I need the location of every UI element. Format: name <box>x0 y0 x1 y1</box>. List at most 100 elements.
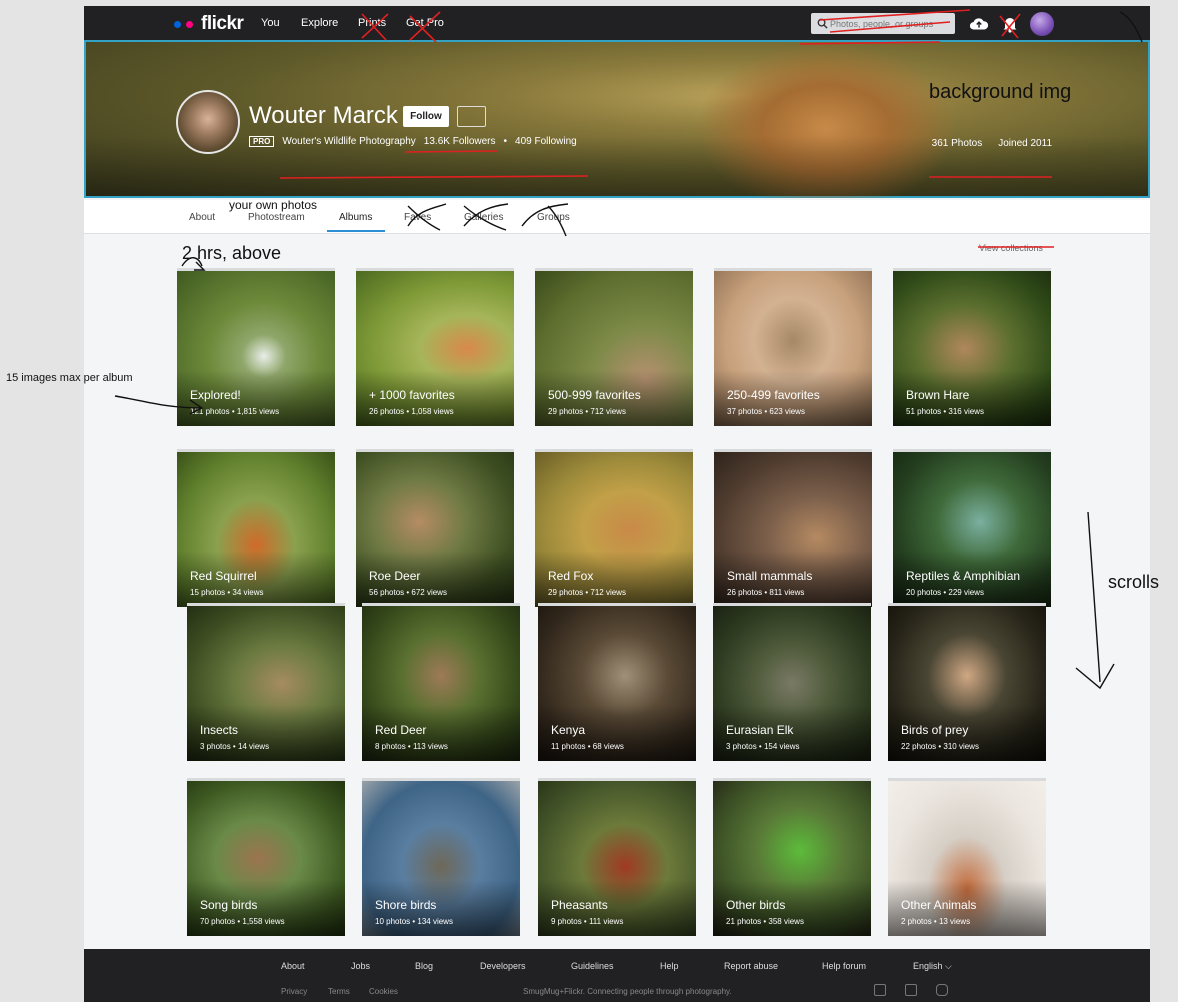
view-collections-link[interactable]: View collections <box>979 243 1043 253</box>
album-meta: 22 photos • 310 views <box>901 742 979 751</box>
twitter-icon[interactable] <box>905 984 917 996</box>
album-meta: 8 photos • 113 views <box>375 742 448 751</box>
photos-count: 361 Photos <box>931 138 983 149</box>
followers-count[interactable]: 13.6K Followers <box>424 136 496 147</box>
instagram-icon[interactable] <box>936 984 948 996</box>
album-meta: 10 photos • 134 views <box>375 917 453 926</box>
album-meta: 26 photos • 811 views <box>727 588 805 597</box>
user-avatar[interactable] <box>1030 12 1054 36</box>
album-card[interactable]: Explored! 121 photos • 1,815 views <box>177 268 335 426</box>
album-card[interactable]: Small mammals 26 photos • 811 views <box>714 449 872 607</box>
separator-dot: • <box>503 136 508 147</box>
album-card[interactable]: Reptiles & Amphibian 20 photos • 229 view… <box>893 449 1051 607</box>
album-title: Red Deer <box>375 723 427 737</box>
album-card[interactable]: Red Squirrel 15 photos • 34 views <box>177 449 335 607</box>
footer-blog[interactable]: Blog <box>415 961 433 971</box>
album-meta: 29 photos • 712 views <box>548 407 626 416</box>
nav-you[interactable]: You <box>261 17 280 29</box>
pro-badge: PRO <box>249 136 275 147</box>
album-card[interactable]: Eurasian Elk 3 photos • 154 views <box>713 603 871 761</box>
footer-cookies[interactable]: Cookies <box>369 987 398 996</box>
profile-avatar[interactable] <box>176 90 240 154</box>
tab-faves[interactable]: Faves <box>404 212 431 223</box>
album-card[interactable]: Brown Hare 51 photos • 316 views <box>893 268 1051 426</box>
annotation-scrolls: scrolls <box>1108 572 1160 592</box>
album-title: Explored! <box>190 388 241 402</box>
album-card[interactable]: + 1000 favorites 26 photos • 1,058 views <box>356 268 514 426</box>
album-title: + 1000 favorites <box>369 388 455 402</box>
album-card[interactable]: Pheasants 9 photos • 111 views <box>538 778 696 936</box>
nav-explore[interactable]: Explore <box>301 17 338 29</box>
search-input[interactable] <box>828 17 948 30</box>
tab-groups[interactable]: Groups <box>537 212 570 223</box>
search-box[interactable] <box>811 13 955 34</box>
upload-cloud-icon[interactable] <box>969 15 989 33</box>
album-card[interactable]: Red Fox 29 photos • 712 views <box>535 449 693 607</box>
joined-date: Joined 2011 <box>998 138 1052 149</box>
album-meta: 15 photos • 34 views <box>190 588 264 597</box>
tab-photostream[interactable]: Photostream <box>248 212 305 223</box>
footer-privacy[interactable]: Privacy <box>281 987 307 996</box>
top-nav: flickr You Explore Prints Get Pro <box>84 6 1150 42</box>
album-title: Eurasian Elk <box>726 723 794 737</box>
nav-get-pro[interactable]: Get Pro <box>406 17 444 29</box>
album-card[interactable]: Insects 3 photos • 14 views <box>187 603 345 761</box>
album-card[interactable]: Song birds 70 photos • 1,558 views <box>187 778 345 936</box>
flickr-page: flickr You Explore Prints Get Pro Wouter… <box>84 6 1150 1002</box>
album-meta: 70 photos • 1,558 views <box>200 917 285 926</box>
album-title: 500-999 favorites <box>548 388 641 402</box>
footer-developers[interactable]: Developers <box>480 961 526 971</box>
album-card[interactable]: Shore birds 10 photos • 134 views <box>362 778 520 936</box>
album-title: Pheasants <box>551 898 608 912</box>
album-meta: 3 photos • 154 views <box>726 742 800 751</box>
active-tab-indicator <box>327 230 385 232</box>
album-title: Song birds <box>200 898 258 912</box>
album-card[interactable]: 250-499 favorites 37 photos • 623 views <box>714 268 872 426</box>
flickr-logo[interactable]: flickr <box>174 13 244 35</box>
following-count[interactable]: 409 Following <box>515 136 577 147</box>
footer-jobs[interactable]: Jobs <box>351 961 370 971</box>
album-card[interactable]: Roe Deer 56 photos • 672 views <box>356 449 514 607</box>
footer-help[interactable]: Help <box>660 961 679 971</box>
album-title: Kenya <box>551 723 586 737</box>
logo-wordmark: flickr <box>201 13 244 34</box>
album-title: Shore birds <box>375 898 437 912</box>
more-options-button[interactable] <box>457 106 486 127</box>
album-card[interactable]: Other birds 21 photos • 358 views <box>713 778 871 936</box>
album-title: Brown Hare <box>906 388 970 402</box>
profile-meta: PRO Wouter's Wildlife Photography 13.6K … <box>249 136 577 147</box>
album-card[interactable]: Red Deer 8 photos • 113 views <box>362 603 520 761</box>
follow-button[interactable]: Follow <box>403 106 449 127</box>
album-meta: 29 photos • 712 views <box>548 588 626 597</box>
album-title: 250-499 favorites <box>727 388 820 402</box>
annotation-own-photos: your own photos <box>229 198 318 212</box>
footer-about[interactable]: About <box>281 961 305 971</box>
nav-prints[interactable]: Prints <box>358 17 386 29</box>
album-meta: 3 photos • 14 views <box>200 742 270 751</box>
album-title: Small mammals <box>727 569 813 583</box>
album-card[interactable]: Other Animals 2 photos • 13 views <box>888 778 1046 936</box>
notifications-bell-icon[interactable] <box>1000 15 1020 33</box>
album-title: Roe Deer <box>369 569 421 583</box>
profile-name: Wouter Marck <box>249 102 398 129</box>
tab-galleries[interactable]: Galleries <box>464 212 503 223</box>
profile-stats: 361 Photos Joined 2011 <box>932 138 1052 149</box>
footer-language-select[interactable]: English ⌵ <box>913 961 952 972</box>
footer: About Jobs Blog Developers Guidelines He… <box>84 949 1150 1002</box>
footer-report-abuse[interactable]: Report abuse <box>724 961 778 971</box>
album-card[interactable]: 500-999 favorites 29 photos • 712 views <box>535 268 693 426</box>
footer-tagline: SmugMug+Flickr. Connecting people throug… <box>523 987 732 996</box>
tab-albums[interactable]: Albums <box>339 212 372 223</box>
footer-guidelines[interactable]: Guidelines <box>571 961 614 971</box>
album-meta: 37 photos • 623 views <box>727 407 805 416</box>
album-title: Red Squirrel <box>190 569 257 583</box>
album-meta: 56 photos • 672 views <box>369 588 447 597</box>
album-card[interactable]: Birds of prey 22 photos • 310 views <box>888 603 1046 761</box>
footer-terms[interactable]: Terms <box>328 987 350 996</box>
album-card[interactable]: Kenya 11 photos • 68 views <box>538 603 696 761</box>
footer-help-forum[interactable]: Help forum <box>822 961 866 971</box>
album-title: Red Fox <box>548 569 594 583</box>
facebook-icon[interactable] <box>874 984 886 996</box>
cover-photo <box>84 40 1150 198</box>
tab-about[interactable]: About <box>189 212 215 223</box>
